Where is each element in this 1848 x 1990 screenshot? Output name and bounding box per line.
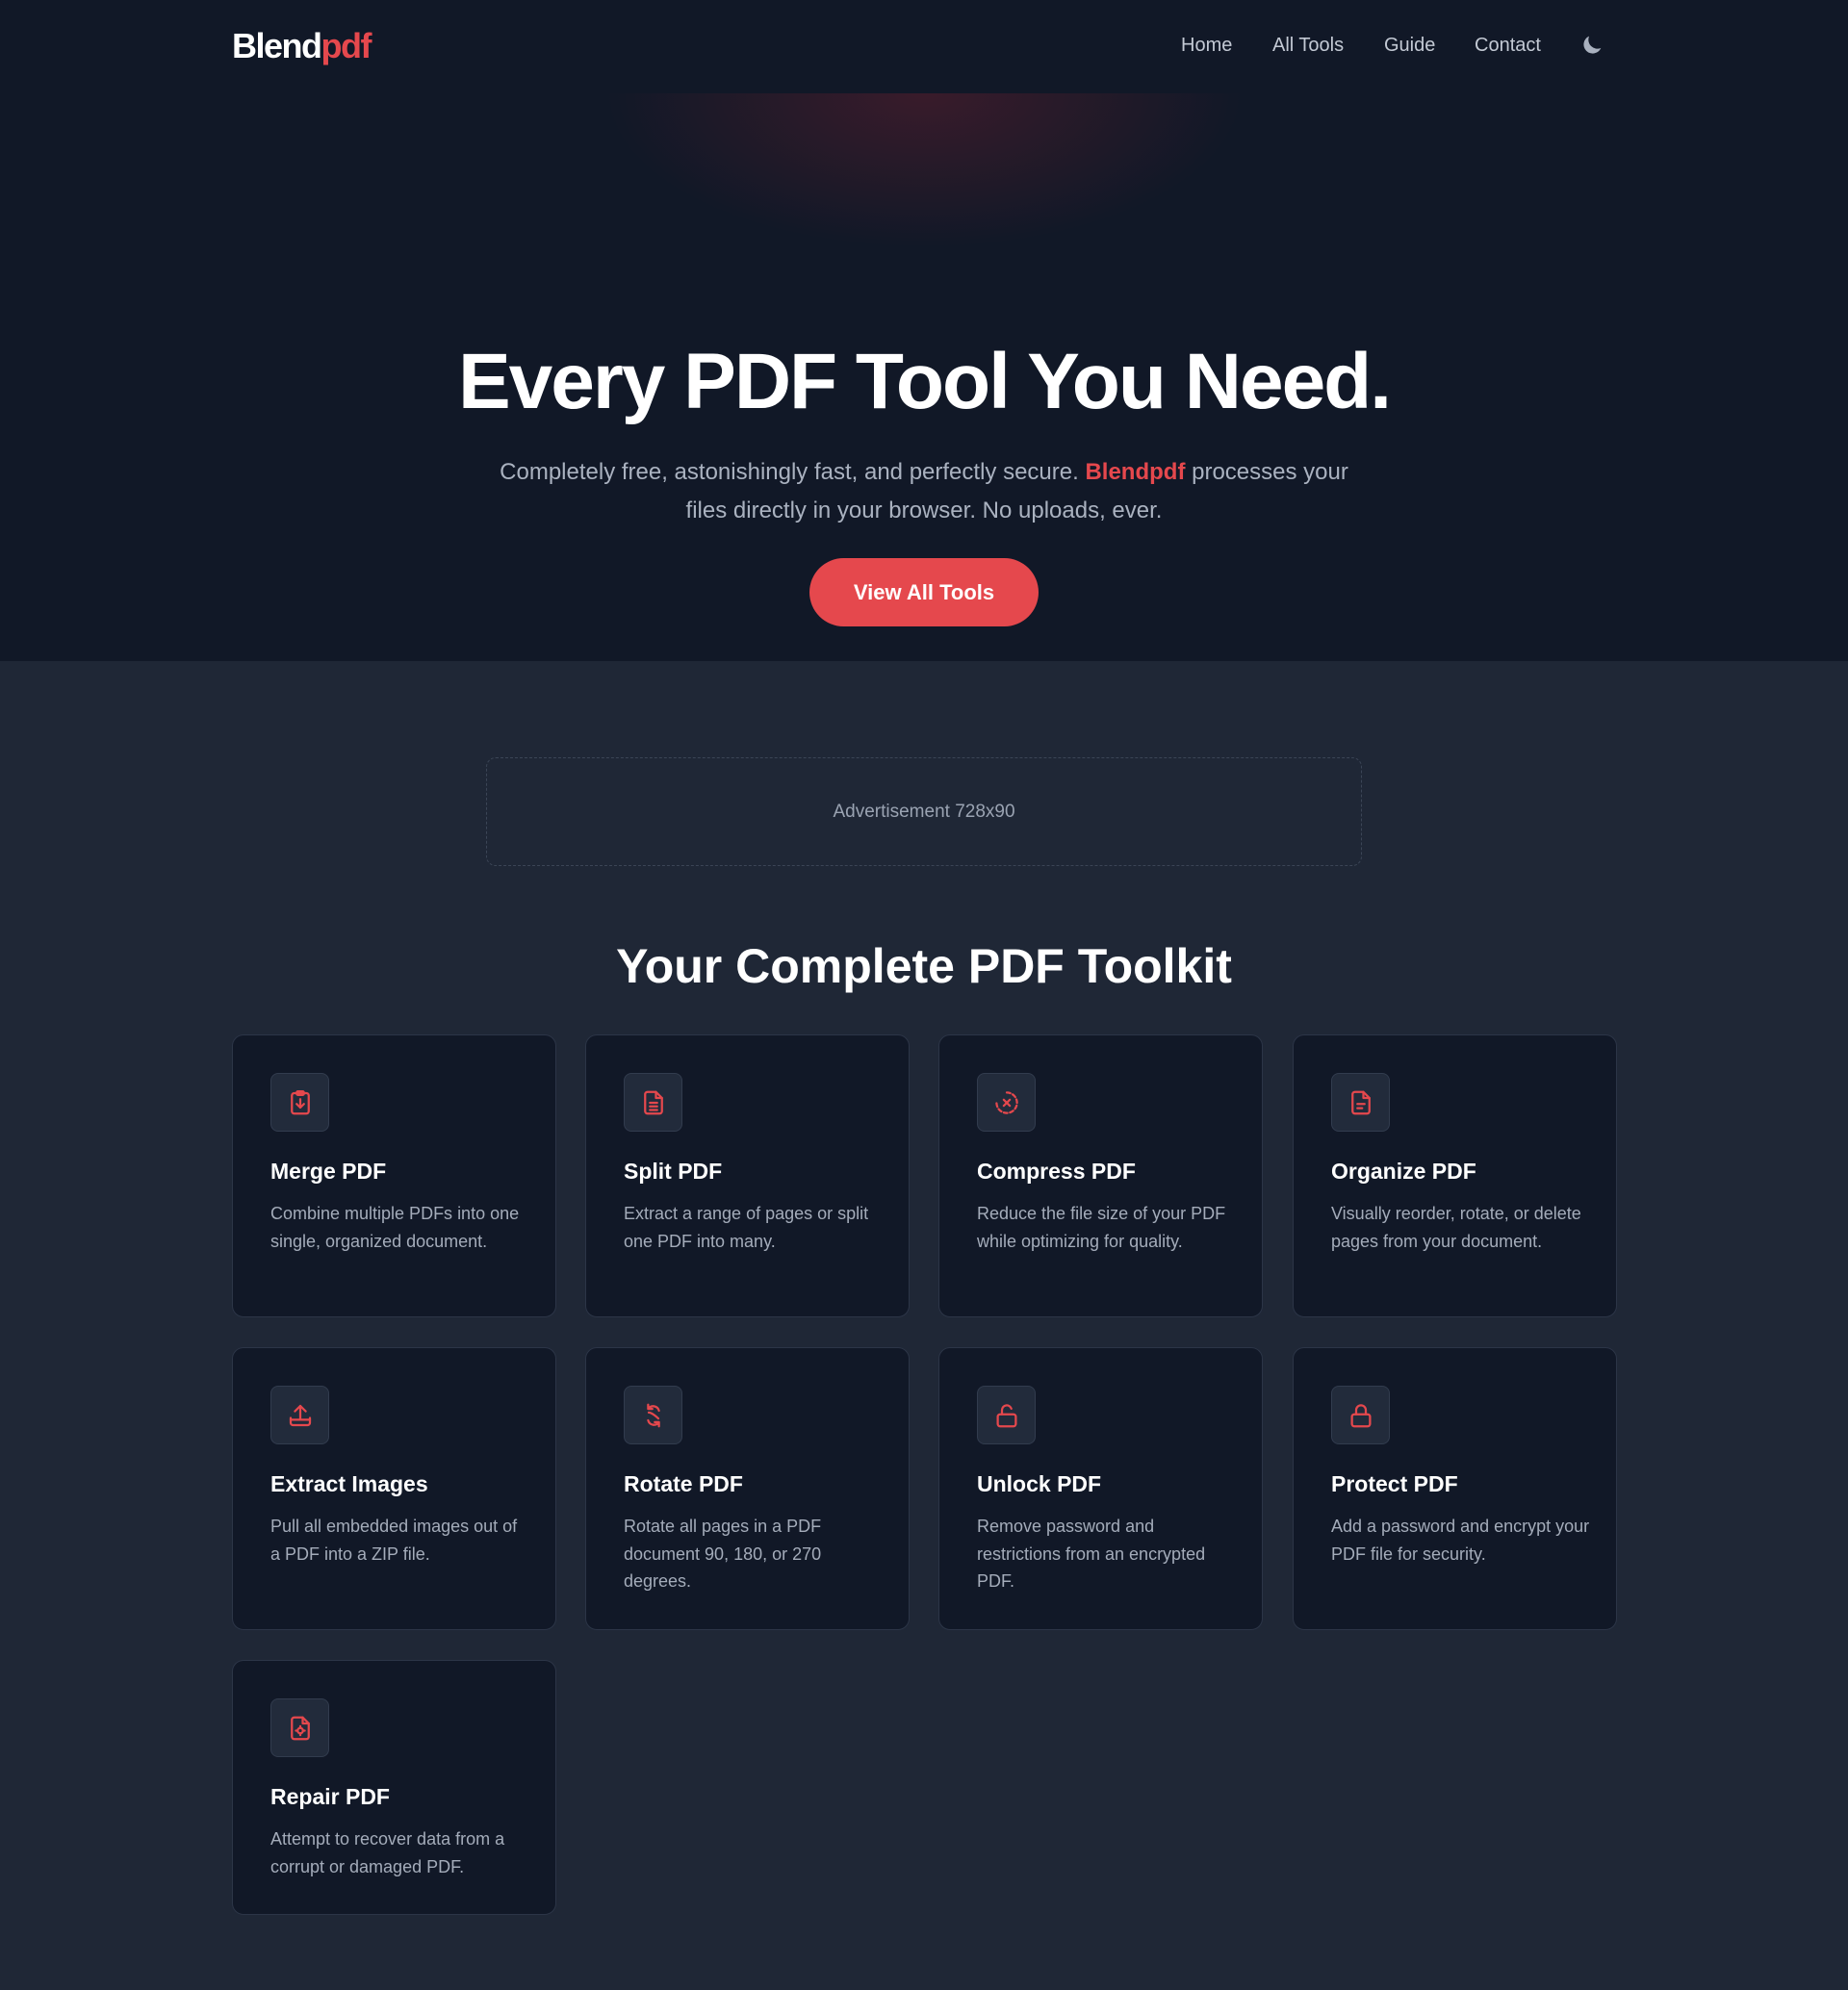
nav-home[interactable]: Home bbox=[1181, 35, 1232, 57]
logo[interactable]: Blendpdf bbox=[232, 26, 372, 66]
rotate-icon bbox=[646, 1403, 660, 1427]
tool-card-unlock-pdf[interactable]: Unlock PDF Remove password and restricti… bbox=[938, 1347, 1263, 1630]
hero-section: Every PDF Tool You Need. Completely free… bbox=[0, 93, 1848, 661]
tool-card-merge-pdf[interactable]: Merge PDF Combine multiple PDFs into one… bbox=[232, 1034, 556, 1317]
tool-title: Unlock PDF bbox=[977, 1471, 1102, 1496]
nav-contact[interactable]: Contact bbox=[1475, 35, 1541, 57]
moon-icon bbox=[1583, 36, 1602, 54]
lock-icon bbox=[1350, 1403, 1371, 1427]
view-all-tools-button[interactable]: View All Tools bbox=[809, 558, 1039, 626]
tool-icon-box bbox=[977, 1073, 1036, 1132]
tool-description: Visually reorder, rotate, or delete page… bbox=[1331, 1204, 1581, 1251]
tool-card-protect-pdf[interactable]: Protect PDF Add a password and encrypt y… bbox=[1293, 1347, 1617, 1630]
compress-circle-icon bbox=[994, 1090, 1018, 1114]
tool-card-rotate-pdf[interactable]: Rotate PDF Rotate all pages in a PDF doc… bbox=[585, 1347, 910, 1630]
tool-title: Organize PDF bbox=[1331, 1159, 1476, 1184]
hero-title: Every PDF Tool You Need. bbox=[457, 338, 1392, 425]
unlock-icon bbox=[996, 1403, 1016, 1427]
hero-subtitle-start: Completely free, astonishingly fast, and… bbox=[500, 459, 1079, 485]
ad-placeholder: Advertisement 728x90 bbox=[486, 757, 1362, 866]
tool-card-compress-pdf[interactable]: Compress PDF Reduce the file size of you… bbox=[938, 1034, 1263, 1317]
logo-text-pdf: pdf bbox=[321, 26, 372, 65]
document-lines-icon bbox=[643, 1090, 663, 1114]
tool-icon-box bbox=[977, 1386, 1036, 1444]
tool-icon-box bbox=[624, 1386, 682, 1444]
upload-tray-icon bbox=[289, 1404, 311, 1426]
tool-title: Protect PDF bbox=[1331, 1471, 1458, 1496]
tool-title: Repair PDF bbox=[270, 1784, 390, 1809]
tool-description: Add a password and encrypt your PDF file… bbox=[1331, 1517, 1590, 1564]
tool-icon-box bbox=[270, 1073, 329, 1132]
site-header: Blendpdf Home All Tools Guide Contact bbox=[0, 0, 1848, 93]
hero-subtitle-brand: Blendpdf bbox=[1085, 459, 1186, 485]
tool-card-extract-images[interactable]: Extract Images Pull all embedded images … bbox=[232, 1347, 556, 1630]
tool-icon-box bbox=[270, 1386, 329, 1444]
tool-title: Rotate PDF bbox=[624, 1471, 743, 1496]
tool-description: Rotate all pages in a PDF document 90, 1… bbox=[624, 1517, 822, 1591]
tool-icon-box bbox=[270, 1698, 329, 1757]
logo-text-blend: Blend bbox=[232, 26, 322, 65]
tool-description: Combine multiple PDFs into one single, o… bbox=[270, 1204, 520, 1251]
nav-all-tools[interactable]: All Tools bbox=[1272, 35, 1344, 57]
tool-title: Compress PDF bbox=[977, 1159, 1136, 1184]
tool-icon-box bbox=[1331, 1386, 1390, 1444]
tool-card-repair-pdf[interactable]: Repair PDF Attempt to recover data from … bbox=[232, 1660, 556, 1915]
tool-description: Pull all embedded images out of a PDF in… bbox=[270, 1517, 518, 1564]
tool-title: Extract Images bbox=[270, 1471, 428, 1496]
tool-card-split-pdf[interactable]: Split PDF Extract a range of pages or sp… bbox=[585, 1034, 910, 1317]
theme-toggle-button[interactable] bbox=[1578, 32, 1605, 59]
tool-icon-box bbox=[1331, 1073, 1390, 1132]
clipboard-merge-icon bbox=[290, 1089, 310, 1114]
nav-guide[interactable]: Guide bbox=[1384, 35, 1435, 57]
document-organize-icon bbox=[1350, 1090, 1371, 1114]
tool-description: Extract a range of pages or split one PD… bbox=[624, 1204, 869, 1251]
tool-title: Merge PDF bbox=[270, 1159, 387, 1184]
tool-description: Reduce the file size of your PDF while o… bbox=[977, 1204, 1226, 1251]
tool-description: Attempt to recover data from a corrupt o… bbox=[270, 1829, 505, 1876]
hero-subtitle: Completely free, astonishingly fast, and… bbox=[491, 453, 1357, 530]
document-repair-icon bbox=[290, 1716, 310, 1740]
toolkit-title: Your Complete PDF Toolkit bbox=[616, 939, 1232, 993]
tool-title: Split PDF bbox=[624, 1159, 723, 1184]
tool-description: Remove password and restrictions from an… bbox=[977, 1517, 1206, 1591]
tool-card-organize-pdf[interactable]: Organize PDF Visually reorder, rotate, o… bbox=[1293, 1034, 1617, 1317]
tool-icon-box bbox=[624, 1073, 682, 1132]
